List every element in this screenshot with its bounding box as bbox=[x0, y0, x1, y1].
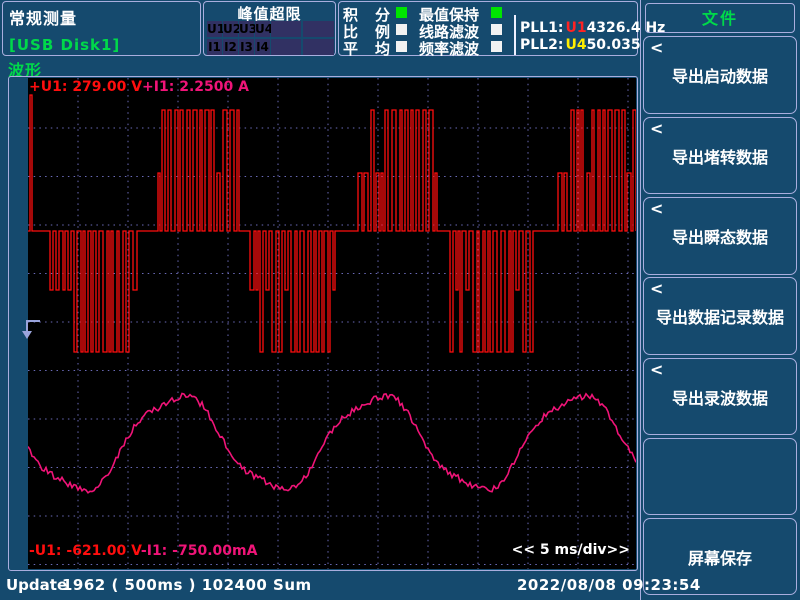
button-label: 屏幕保存 bbox=[688, 545, 752, 569]
datetime-display: 2022/08/08 09:23:54 bbox=[517, 576, 701, 594]
peak-cell-empty bbox=[303, 39, 334, 55]
line-filter-indicator bbox=[491, 24, 502, 35]
peak-cell-u1: U1 bbox=[207, 21, 222, 37]
waveform-traces bbox=[28, 78, 636, 569]
peak-cell-i1: I1 bbox=[207, 39, 222, 55]
chevron-left-icon: < bbox=[650, 119, 663, 138]
u1-top-scale: +U1: 279.00 V bbox=[29, 79, 142, 95]
pll-separator bbox=[514, 15, 516, 55]
toggle-average-char1: 平 bbox=[343, 38, 358, 59]
peak-cell-i2: I2 bbox=[223, 39, 238, 55]
chevron-left-icon: < bbox=[650, 38, 663, 57]
peak-over-limit-panel: 峰值超限 U1 U2 U3 U4 I1 I2 I3 I4 bbox=[203, 1, 336, 56]
max-hold-indicator bbox=[491, 7, 502, 18]
toggle-average-char2: 均 bbox=[375, 38, 390, 59]
scale-indicator bbox=[396, 24, 407, 35]
update-counter: 1962 ( 500ms ) 102400 Sum bbox=[62, 576, 312, 594]
u1-bottom-scale: -U1: -621.00 V bbox=[29, 543, 141, 559]
chevron-left-icon: < bbox=[650, 360, 663, 379]
freq-filter-label: 频率滤波 bbox=[419, 38, 479, 59]
waveform-display: +U1: 279.00 V+I1: 2.2500 A -U1: -621.00 … bbox=[8, 76, 638, 571]
freq-filter-indicator bbox=[491, 41, 502, 52]
button-export-waveform-record-data[interactable]: < 导出录波数据 bbox=[643, 358, 797, 435]
peak-cell-i3: I3 bbox=[239, 39, 254, 55]
button-export-data-record-data[interactable]: < 导出数据记录数据 bbox=[643, 277, 797, 355]
button-empty-softkey[interactable]: < bbox=[643, 438, 797, 515]
peak-cell-empty bbox=[271, 21, 301, 37]
peak-cell-u4: U4 bbox=[255, 21, 270, 37]
waveform-plot-area: +U1: 279.00 V+I1: 2.2500 A -U1: -621.00 … bbox=[28, 78, 636, 569]
trigger-position-marker bbox=[18, 317, 42, 343]
measure-mode-panel: 常规测量 [USB Disk1] bbox=[2, 1, 201, 56]
mode-label: 常规测量 bbox=[9, 5, 77, 29]
peak-cell-i4: I4 bbox=[255, 39, 270, 55]
button-label: 导出数据记录数据 bbox=[656, 304, 784, 328]
peak-cell-empty bbox=[303, 21, 334, 37]
scale-label-top: +U1: 279.00 V+I1: 2.2500 A bbox=[29, 79, 249, 95]
button-label: 导出录波数据 bbox=[672, 385, 768, 409]
pll2-source: U4 bbox=[565, 37, 586, 53]
button-export-transient-data[interactable]: < 导出瞬态数据 bbox=[643, 197, 797, 275]
peak-cell-u2: U2 bbox=[223, 21, 238, 37]
chevron-left-icon: < bbox=[650, 199, 663, 218]
pll-readouts: PLL1:U1 4326.4 Hz PLL2:U4 50.035 Hz bbox=[520, 20, 636, 54]
button-label: 导出启动数据 bbox=[672, 63, 768, 87]
button-label: 导出瞬态数据 bbox=[672, 224, 768, 248]
pll2-label: PLL2: bbox=[520, 37, 563, 53]
button-export-startup-data[interactable]: < 导出启动数据 bbox=[643, 36, 797, 114]
usb-disk-status: [USB Disk1] bbox=[9, 36, 120, 54]
i1-bottom-scale: -I1: -750.00mA bbox=[141, 543, 258, 559]
peak-cell-empty bbox=[271, 39, 301, 55]
scale-label-bottom: -U1: -621.00 V-I1: -750.00mA bbox=[29, 543, 257, 559]
pll1-label: PLL1: bbox=[520, 20, 563, 36]
average-indicator bbox=[396, 41, 407, 52]
settings-pll-panel: 积 分 最值保持 比 例 线路滤波 平 均 频率滤波 PLL1:U1 4326.… bbox=[338, 1, 638, 56]
integral-indicator bbox=[396, 7, 407, 18]
button-export-locked-rotor-data[interactable]: < 导出堵转数据 bbox=[643, 117, 797, 194]
update-label: Update bbox=[6, 576, 67, 594]
timebase-label: << 5 ms/div>> bbox=[512, 542, 630, 558]
chevron-left-icon: < bbox=[650, 279, 663, 298]
peak-cell-u3: U3 bbox=[239, 21, 254, 37]
sidebar-divider bbox=[640, 0, 641, 600]
pll1-row: PLL1:U1 4326.4 Hz bbox=[520, 20, 636, 37]
button-label: 导出堵转数据 bbox=[672, 144, 768, 168]
i1-top-scale: +I1: 2.2500 A bbox=[142, 79, 249, 95]
power-analyzer-screen: 常规测量 [USB Disk1] 峰值超限 U1 U2 U3 U4 I1 I2 … bbox=[0, 0, 800, 600]
pll2-row: PLL2:U4 50.035 Hz bbox=[520, 37, 636, 54]
pll1-source: U1 bbox=[565, 20, 586, 36]
sidebar-title-file-menu: 文件 bbox=[645, 3, 795, 33]
